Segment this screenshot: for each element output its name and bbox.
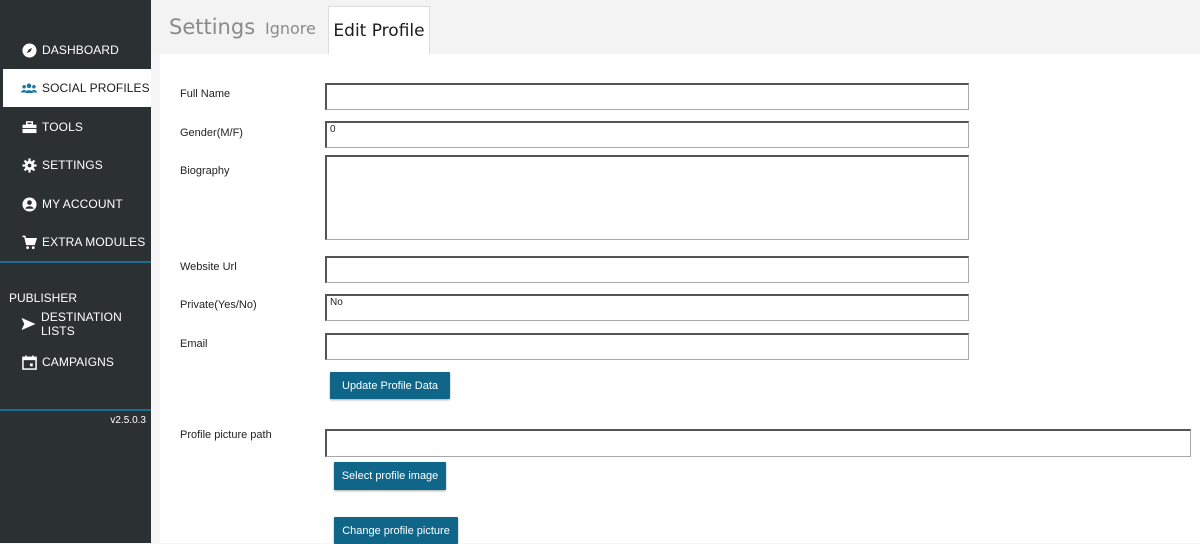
compass-icon bbox=[21, 42, 37, 58]
nav-destination-lists[interactable]: DESTINATION LISTS bbox=[0, 305, 151, 343]
nav-my-account[interactable]: MY ACCOUNT bbox=[0, 185, 151, 223]
website-url-label: Website Url bbox=[180, 261, 237, 273]
send-icon bbox=[21, 316, 36, 332]
calendar-icon bbox=[21, 354, 37, 370]
nav-campaigns[interactable]: CAMPAIGNS bbox=[0, 343, 151, 381]
profile-picture-path-label: Profile picture path bbox=[180, 429, 272, 441]
nav-label: DASHBOARD bbox=[42, 43, 119, 57]
biography-field[interactable] bbox=[325, 155, 969, 240]
nav-label: SOCIAL PROFILES bbox=[42, 81, 150, 95]
nav-extra-modules[interactable]: EXTRA MODULES bbox=[0, 223, 151, 261]
edit-profile-panel: Full Name Gender(M/F) 0 Biography Websit… bbox=[160, 54, 1200, 544]
update-profile-data-button[interactable]: Update Profile Data bbox=[330, 372, 450, 399]
tab-bar: Settings Ignore Edit Profile bbox=[151, 0, 1200, 54]
nav-label: SETTINGS bbox=[42, 158, 103, 172]
gender-label: Gender(M/F) bbox=[180, 127, 243, 139]
toolbox-icon bbox=[21, 119, 37, 135]
gear-icon bbox=[21, 157, 37, 173]
tab-edit-profile[interactable]: Edit Profile bbox=[328, 6, 430, 54]
biography-label: Biography bbox=[180, 165, 230, 177]
cart-icon bbox=[21, 234, 37, 250]
nav-label: EXTRA MODULES bbox=[42, 235, 146, 249]
change-profile-picture-button[interactable]: Change profile picture bbox=[334, 517, 458, 544]
tab-settings[interactable]: Settings bbox=[169, 15, 255, 39]
nav-label: DESTINATION LISTS bbox=[41, 310, 122, 338]
private-field[interactable]: No bbox=[325, 294, 969, 321]
profile-picture-path-field[interactable] bbox=[325, 429, 1191, 457]
nav-tools[interactable]: TOOLS bbox=[0, 108, 151, 146]
nav-dashboard[interactable]: DASHBOARD bbox=[0, 31, 151, 69]
website-url-field[interactable] bbox=[325, 256, 969, 283]
nav-settings[interactable]: SETTINGS bbox=[0, 146, 151, 184]
private-label: Private(Yes/No) bbox=[180, 299, 257, 311]
tab-ignore[interactable]: Ignore bbox=[265, 19, 316, 38]
gender-field[interactable]: 0 bbox=[325, 121, 969, 148]
email-field[interactable] bbox=[325, 333, 969, 360]
version-label: v2.5.0.3 bbox=[110, 415, 146, 426]
nav-label: MY ACCOUNT bbox=[42, 197, 123, 211]
nav-social-profiles[interactable]: SOCIAL PROFILES bbox=[3, 69, 151, 107]
users-icon bbox=[21, 80, 37, 96]
nav-label: CAMPAIGNS bbox=[42, 355, 115, 369]
select-profile-image-button[interactable]: Select profile image bbox=[334, 462, 446, 490]
user-circle-icon bbox=[21, 196, 37, 212]
sidebar: DASHBOARD SOCIAL PROFILES TOOLS SETTINGS… bbox=[0, 0, 151, 543]
full-name-label: Full Name bbox=[180, 88, 231, 100]
nav-label: TOOLS bbox=[42, 120, 83, 134]
publisher-section-label: PUBLISHER bbox=[9, 291, 78, 305]
full-name-field[interactable] bbox=[325, 83, 969, 110]
sidebar-divider bbox=[0, 409, 151, 411]
sidebar-divider bbox=[0, 261, 151, 263]
email-label: Email bbox=[180, 338, 208, 350]
